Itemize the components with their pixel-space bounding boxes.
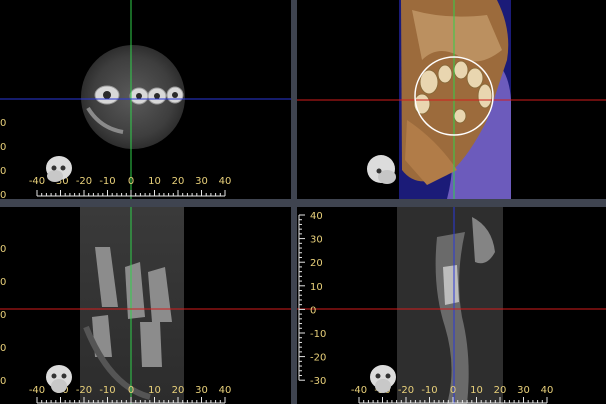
coronal-hscale-label: -20 [76, 385, 92, 396]
sagittal-vscale-label: 10 [310, 282, 323, 293]
sagittal-vscale-label: 30 [310, 235, 323, 246]
sagittal-vscale-label: -30 [310, 376, 326, 387]
sagittal-hscale-label: 10 [470, 385, 483, 396]
coronal-vscale-label: 0 [0, 310, 6, 321]
volume-render-image [297, 0, 606, 199]
coronal-hscale-label: -10 [99, 385, 115, 396]
sagittal-vscale-label: -20 [310, 353, 326, 364]
axial-hscale-label: 0 [128, 176, 134, 187]
axial-hscale-label: 30 [195, 176, 208, 187]
coronal-vertical-scale: 0 0 0 0 0 [0, 244, 6, 387]
axial-hscale-label: 20 [172, 176, 185, 187]
coronal-hscale-label: 40 [219, 385, 232, 396]
sagittal-hscale-label: 20 [494, 385, 507, 396]
sagittal-vscale-label: 0 [310, 305, 316, 316]
coronal-vscale-label: 0 [0, 244, 6, 255]
sagittal-hscale-label: -20 [398, 385, 414, 396]
axial-hscale-label: -10 [99, 176, 115, 187]
coronal-hscale-label: 30 [195, 385, 208, 396]
axial-vscale-label: 0 [0, 190, 6, 199]
coronal-image: 00000 -40-30-20-10010203040 [0, 207, 291, 404]
coronal-vscale-label: 0 [0, 343, 6, 354]
coronal-view[interactable]: 00000 -40-30-20-10010203040 [0, 207, 291, 404]
axial-vscale-label: 0 [0, 142, 6, 153]
axial-image: 00000 -40-30-20-10010203040 [0, 0, 291, 199]
sagittal-hscale-label: 40 [541, 385, 554, 396]
coronal-hscale-label: 0 [128, 385, 134, 396]
axial-vertical-scale: 00000 [0, 118, 6, 199]
axial-vscale-label: 0 [0, 166, 6, 177]
coronal-hscale-label: 10 [148, 385, 161, 396]
sagittal-vscale-label: 40 [310, 211, 323, 222]
axial-hscale-label: 10 [148, 176, 161, 187]
sagittal-hscale-label: 0 [450, 385, 456, 396]
sagittal-tooth [443, 265, 459, 305]
axial-hscale-label: 40 [219, 176, 232, 187]
sagittal-view[interactable]: 40 30 20 10 0 -10 -20 -30 -40 -30 -20 -10 0 10 20 30 40 [297, 207, 606, 404]
sagittal-vscale-label: 20 [310, 258, 323, 269]
viewport-separator-horizontal[interactable] [0, 199, 606, 207]
sagittal-hscale-label: -10 [421, 385, 437, 396]
volume-render-view[interactable] [297, 0, 606, 199]
coronal-hscale-label: 20 [172, 385, 185, 396]
sagittal-vertical-scale: 40 30 20 10 0 -10 -20 -30 [298, 211, 326, 387]
coronal-vscale-label: 0 [0, 277, 6, 288]
axial-hscale-label: -20 [76, 176, 92, 187]
sagittal-image: 40 30 20 10 0 -10 -20 -30 -40 -30 -20 -10 0 10 20 30 40 [297, 207, 606, 404]
sagittal-vscale-label: -10 [310, 329, 326, 340]
coronal-vscale-label: 0 [0, 376, 6, 387]
coronal-hscale-label: -40 [29, 385, 45, 396]
sagittal-hscale-label: 30 [517, 385, 530, 396]
axial-hscale-label: -40 [29, 176, 45, 187]
axial-view[interactable]: 00000 -40-30-20-10010203040 [0, 0, 291, 199]
axial-vscale-label: 0 [0, 118, 6, 129]
skull-orientation-icon[interactable] [367, 155, 396, 184]
sagittal-hscale-label: -40 [351, 385, 367, 396]
